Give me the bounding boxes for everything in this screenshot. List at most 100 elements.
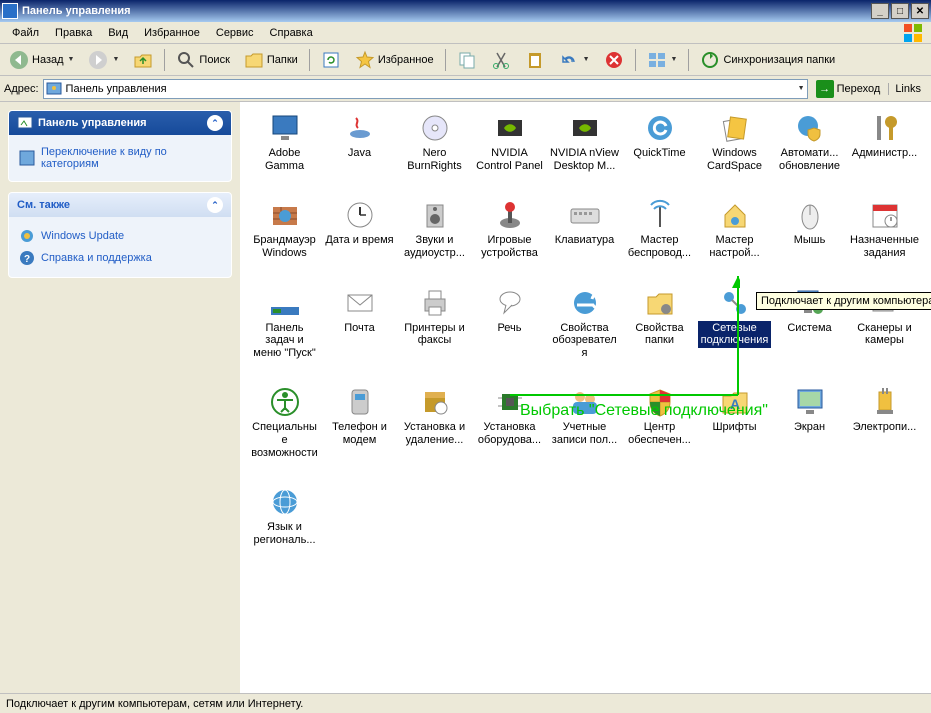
- folders-button[interactable]: Папки: [239, 47, 303, 73]
- favorites-button[interactable]: Избранное: [350, 47, 439, 73]
- nvidia-cp-icon: [494, 112, 526, 144]
- cp-item-nvidia-nview[interactable]: NVIDIA nView Desktop M...: [548, 112, 621, 173]
- refresh-button[interactable]: [316, 47, 346, 73]
- cp-item-mouse[interactable]: Мышь: [773, 199, 846, 260]
- copy-icon: [457, 50, 477, 70]
- minimize-button[interactable]: _: [871, 3, 889, 19]
- cp-item-java[interactable]: Java: [323, 112, 396, 173]
- cp-item-admin[interactable]: Администр...: [848, 112, 921, 173]
- firewall-icon: [269, 199, 301, 231]
- favorites-label: Избранное: [378, 54, 434, 66]
- cp-item-label: Adobe Gamma: [248, 146, 321, 173]
- panel-seealso: См. также ⌃ Windows Update ? Справка и п…: [8, 192, 232, 278]
- cp-item-display[interactable]: Экран: [773, 386, 846, 460]
- cp-item-power[interactable]: Электропи...: [848, 386, 921, 460]
- cp-item-games[interactable]: Игровые устройства: [473, 199, 546, 260]
- cp-item-cardspace[interactable]: Windows CardSpace: [698, 112, 771, 173]
- copy-button[interactable]: [452, 47, 482, 73]
- chevron-down-icon: ▼: [583, 56, 590, 63]
- separator: [309, 49, 310, 71]
- cp-item-datetime[interactable]: Дата и время: [323, 199, 396, 260]
- cp-item-adobe-gamma[interactable]: Adobe Gamma: [248, 112, 321, 173]
- cp-item-quicktime[interactable]: QuickTime: [623, 112, 696, 173]
- go-button[interactable]: → Переход: [812, 78, 885, 100]
- annotation-text: Выбрать "Сетевые подключения": [520, 402, 768, 420]
- menu-favorites[interactable]: Избранное: [136, 25, 208, 41]
- speech-icon: [494, 287, 526, 319]
- delete-icon: [604, 50, 624, 70]
- menu-help[interactable]: Справка: [262, 25, 321, 41]
- add-remove-icon: [419, 386, 451, 418]
- control-panel-icon: [46, 81, 62, 97]
- cp-item-label: Речь: [495, 321, 523, 336]
- cp-item-phone[interactable]: Телефон и модем: [323, 386, 396, 460]
- quicktime-icon: [644, 112, 676, 144]
- close-button[interactable]: ✕: [911, 3, 929, 19]
- cp-item-scheduled[interactable]: Назначенные задания: [848, 199, 921, 260]
- cp-item-keyboard[interactable]: Клавиатура: [548, 199, 621, 260]
- panel-control-header[interactable]: Панель управления ⌃: [9, 111, 231, 135]
- cp-item-firewall[interactable]: Брандмауэр Windows: [248, 199, 321, 260]
- regional-icon: [269, 486, 301, 518]
- cp-item-hardware[interactable]: Установка оборудова...: [473, 386, 546, 460]
- address-label: Адрес:: [4, 83, 39, 95]
- menu-edit[interactable]: Правка: [47, 25, 100, 41]
- windows-update-link[interactable]: Windows Update: [19, 225, 221, 247]
- cp-item-auto-update[interactable]: Автомати... обновление: [773, 112, 846, 173]
- cp-item-add-remove[interactable]: Установка и удаление...: [398, 386, 471, 460]
- sounds-icon: [419, 199, 451, 231]
- cp-item-taskbar[interactable]: Панель задач и меню "Пуск": [248, 287, 321, 361]
- cp-item-label: Сетевые подключения: [698, 321, 771, 348]
- cp-item-nvidia-cp[interactable]: NVIDIA Control Panel: [473, 112, 546, 173]
- delete-button[interactable]: [599, 47, 629, 73]
- cut-button[interactable]: [486, 47, 516, 73]
- back-button[interactable]: Назад ▼: [4, 47, 79, 73]
- menu-file[interactable]: Файл: [4, 25, 47, 41]
- menu-view[interactable]: Вид: [100, 25, 136, 41]
- links-toolbar[interactable]: Links: [888, 83, 927, 95]
- panel-seealso-header[interactable]: См. также ⌃: [9, 193, 231, 217]
- cp-item-label: Сканеры и камеры: [848, 321, 921, 348]
- help-support-link[interactable]: ? Справка и поддержка: [19, 247, 221, 269]
- up-button[interactable]: [128, 47, 158, 73]
- cp-item-inet-options[interactable]: Свойства обозревателя: [548, 287, 621, 361]
- cp-item-label: Назначенные задания: [848, 233, 921, 260]
- undo-button[interactable]: ▼: [554, 47, 595, 73]
- games-icon: [494, 199, 526, 231]
- addressbar: Адрес: Панель управления ▼ → Переход Lin…: [0, 76, 931, 102]
- cp-item-printers[interactable]: Принтеры и факсы: [398, 287, 471, 361]
- cp-item-sounds[interactable]: Звуки и аудиоустр...: [398, 199, 471, 260]
- sync-button[interactable]: Синхронизация папки: [695, 47, 840, 73]
- cp-item-regional[interactable]: Язык и региональ...: [248, 486, 321, 547]
- cp-item-speech[interactable]: Речь: [473, 287, 546, 361]
- cp-item-label: Панель задач и меню "Пуск": [248, 321, 321, 361]
- cp-item-mail[interactable]: Почта: [323, 287, 396, 361]
- address-field[interactable]: Панель управления ▼: [43, 79, 808, 99]
- cp-item-nero[interactable]: Nero BurnRights: [398, 112, 471, 173]
- address-value: Панель управления: [66, 83, 167, 95]
- switch-view-label: Переключение к виду по категориям: [41, 146, 221, 170]
- cp-item-label: Центр обеспечен...: [623, 420, 696, 447]
- chevron-down-icon[interactable]: ▼: [798, 85, 805, 92]
- search-button[interactable]: Поиск: [171, 47, 234, 73]
- cp-item-network-wiz[interactable]: Мастер настрой...: [698, 199, 771, 260]
- views-button[interactable]: ▼: [642, 47, 683, 73]
- menu-tools[interactable]: Сервис: [208, 25, 262, 41]
- cp-item-label: Свойства папки: [623, 321, 696, 348]
- network-wiz-icon: [719, 199, 751, 231]
- keyboard-icon: [569, 199, 601, 231]
- forward-button[interactable]: ▼: [83, 47, 124, 73]
- cp-item-label: Экран: [792, 420, 827, 435]
- sync-icon: [700, 50, 720, 70]
- cp-item-users[interactable]: Учетные записи пол...: [548, 386, 621, 460]
- cp-item-fonts[interactable]: AШрифты: [698, 386, 771, 460]
- chevron-down-icon: ▼: [68, 56, 75, 63]
- switch-category-view-link[interactable]: Переключение к виду по категориям: [19, 143, 221, 173]
- cp-item-accessibility[interactable]: Специальные возможности: [248, 386, 321, 460]
- paste-button[interactable]: [520, 47, 550, 73]
- scheduled-icon: [869, 199, 901, 231]
- maximize-button[interactable]: □: [891, 3, 909, 19]
- cp-item-folder-opts[interactable]: Свойства папки: [623, 287, 696, 361]
- cp-item-wireless[interactable]: Мастер беспровод...: [623, 199, 696, 260]
- cp-item-security[interactable]: Центр обеспечен...: [623, 386, 696, 460]
